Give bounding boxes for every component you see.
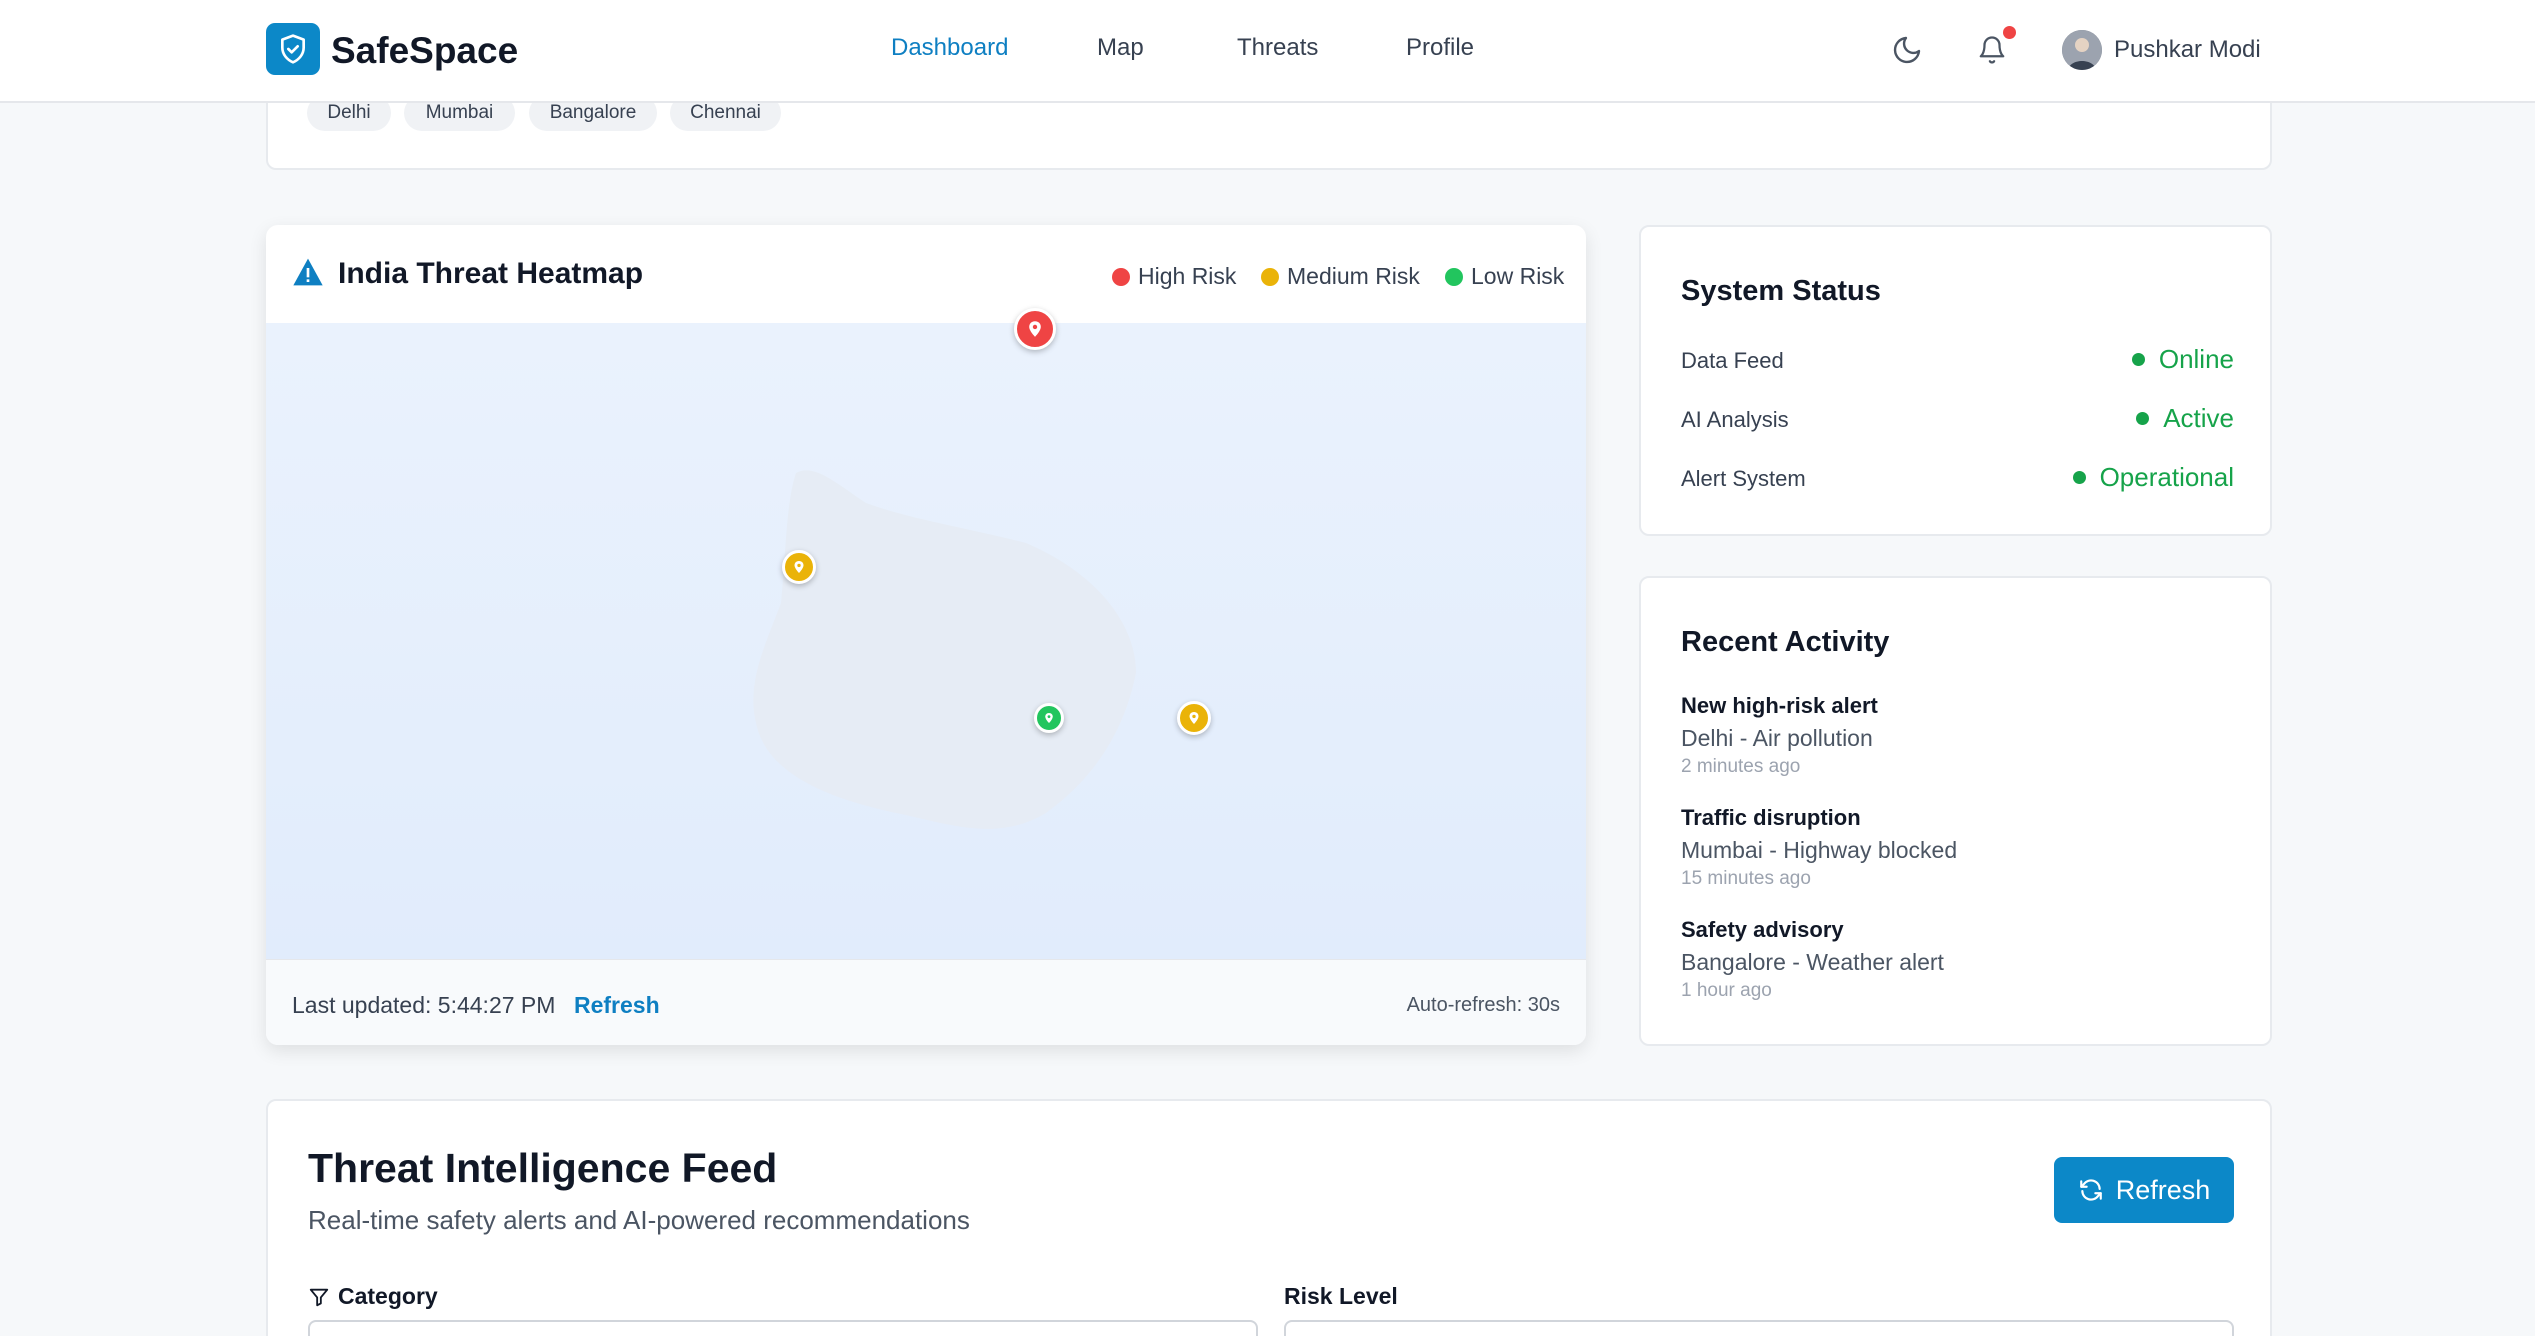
recent-activity-card: Recent Activity New high-risk alert Delh… xyxy=(1639,576,2272,1046)
risk-level-select[interactable] xyxy=(1284,1320,2234,1336)
status-dot xyxy=(2136,412,2150,425)
top-navbar: SafeSpace Dashboard Map Threats Profile … xyxy=(0,0,2535,103)
avatar[interactable] xyxy=(2062,30,2102,70)
legend-label-high: High Risk xyxy=(1138,263,1237,289)
status-label: Data Feed xyxy=(1681,348,1784,373)
moon-icon[interactable] xyxy=(1887,30,1927,70)
map-canvas[interactable] xyxy=(266,308,1586,959)
app-name[interactable]: SafeSpace xyxy=(331,30,518,72)
notification-badge xyxy=(2003,26,2016,39)
activity-item[interactable]: New high-risk alert Delhi - Air pollutio… xyxy=(1681,693,2234,778)
activity-title: Safety advisory xyxy=(1681,917,1844,942)
heatmap-footer: Last updated: 5:44:27 PM Refresh Auto-re… xyxy=(266,959,1586,1045)
legend-dot-high xyxy=(1112,267,1130,286)
legend-high-risk: High Risk xyxy=(1112,263,1236,290)
legend-label-low: Low Risk xyxy=(1471,263,1565,289)
marker-high-risk[interactable] xyxy=(1014,308,1056,350)
activity-item[interactable]: Traffic disruption Mumbai - Highway bloc… xyxy=(1681,805,2234,890)
shield-logo-icon[interactable] xyxy=(266,23,320,75)
status-value-text: Online xyxy=(2158,344,2234,374)
nav-threats[interactable]: Threats xyxy=(1237,34,1318,62)
status-value: Active xyxy=(2136,403,2234,434)
heatmap-card: India Threat Heatmap High Risk Medium Ri… xyxy=(266,225,1586,1045)
feed-refresh-button[interactable]: Refresh xyxy=(2054,1157,2234,1223)
status-value-text: Active xyxy=(2163,403,2234,433)
warning-icon xyxy=(292,257,324,292)
legend-dot-medium xyxy=(1261,267,1279,286)
auto-refresh-text: Auto-refresh: 30s xyxy=(1406,994,1560,1016)
recent-activity-title: Recent Activity xyxy=(1681,626,1890,658)
legend-low-risk: Low Risk xyxy=(1445,263,1564,290)
feed-refresh-label: Refresh xyxy=(2115,1174,2211,1205)
activity-time: 1 hour ago xyxy=(1681,980,1772,1001)
activity-time: 15 minutes ago xyxy=(1681,868,1811,889)
activity-title: New high-risk alert xyxy=(1681,693,1878,718)
activity-desc: Mumbai - Highway blocked xyxy=(1681,837,1958,863)
feed-subtitle: Real-time safety alerts and AI-powered r… xyxy=(308,1205,970,1235)
refresh-icon xyxy=(2078,1177,2104,1203)
risk-level-filter-label: Risk Level xyxy=(1284,1283,1398,1309)
activity-title: Traffic disruption xyxy=(1681,805,1861,830)
legend-medium-risk: Medium Risk xyxy=(1261,263,1420,290)
status-value-text: Operational xyxy=(2099,462,2234,492)
category-label-text: Category xyxy=(338,1283,438,1309)
activity-desc: Bangalore - Weather alert xyxy=(1681,949,1944,975)
marker-low-risk[interactable] xyxy=(1034,703,1064,733)
status-label: AI Analysis xyxy=(1681,407,1789,432)
category-select[interactable] xyxy=(308,1320,1258,1336)
legend-label-medium: Medium Risk xyxy=(1287,263,1420,289)
map-refresh-link[interactable]: Refresh xyxy=(574,992,660,1019)
nav-profile[interactable]: Profile xyxy=(1406,34,1474,62)
system-status-card: System Status Data Feed Online AI Analys… xyxy=(1639,225,2272,536)
heatmap-title: India Threat Heatmap xyxy=(338,257,644,290)
india-map-shape xyxy=(753,470,1136,829)
nav-map[interactable]: Map xyxy=(1097,34,1144,62)
last-updated-text: Last updated: 5:44:27 PM xyxy=(292,992,556,1018)
status-value: Operational xyxy=(2072,462,2234,493)
activity-desc: Delhi - Air pollution xyxy=(1681,725,1873,751)
user-name[interactable]: Pushkar Modi xyxy=(2114,36,2261,64)
legend-dot-low xyxy=(1445,267,1463,286)
feed-title: Threat Intelligence Feed xyxy=(308,1145,778,1191)
system-status-title: System Status xyxy=(1681,275,1881,307)
status-dot xyxy=(2072,471,2086,484)
status-value: Online xyxy=(2131,344,2234,375)
threat-feed-card: Threat Intelligence Feed Real-time safet… xyxy=(266,1099,2272,1336)
activity-time: 2 minutes ago xyxy=(1681,756,1801,777)
category-filter-label: Category xyxy=(308,1283,438,1310)
marker-medium-risk-2[interactable] xyxy=(1177,701,1211,735)
status-label: Alert System xyxy=(1681,466,1806,491)
nav-dashboard[interactable]: Dashboard xyxy=(891,34,1008,62)
activity-item[interactable]: Safety advisory Bangalore - Weather aler… xyxy=(1681,917,2234,1002)
filter-icon xyxy=(308,1286,330,1308)
status-row-alert-system: Alert System Operational xyxy=(1681,462,2234,496)
marker-medium-risk-1[interactable] xyxy=(782,550,816,584)
status-dot xyxy=(2131,353,2145,366)
status-row-data-feed: Data Feed Online xyxy=(1681,344,2234,378)
status-row-ai-analysis: AI Analysis Active xyxy=(1681,403,2234,437)
